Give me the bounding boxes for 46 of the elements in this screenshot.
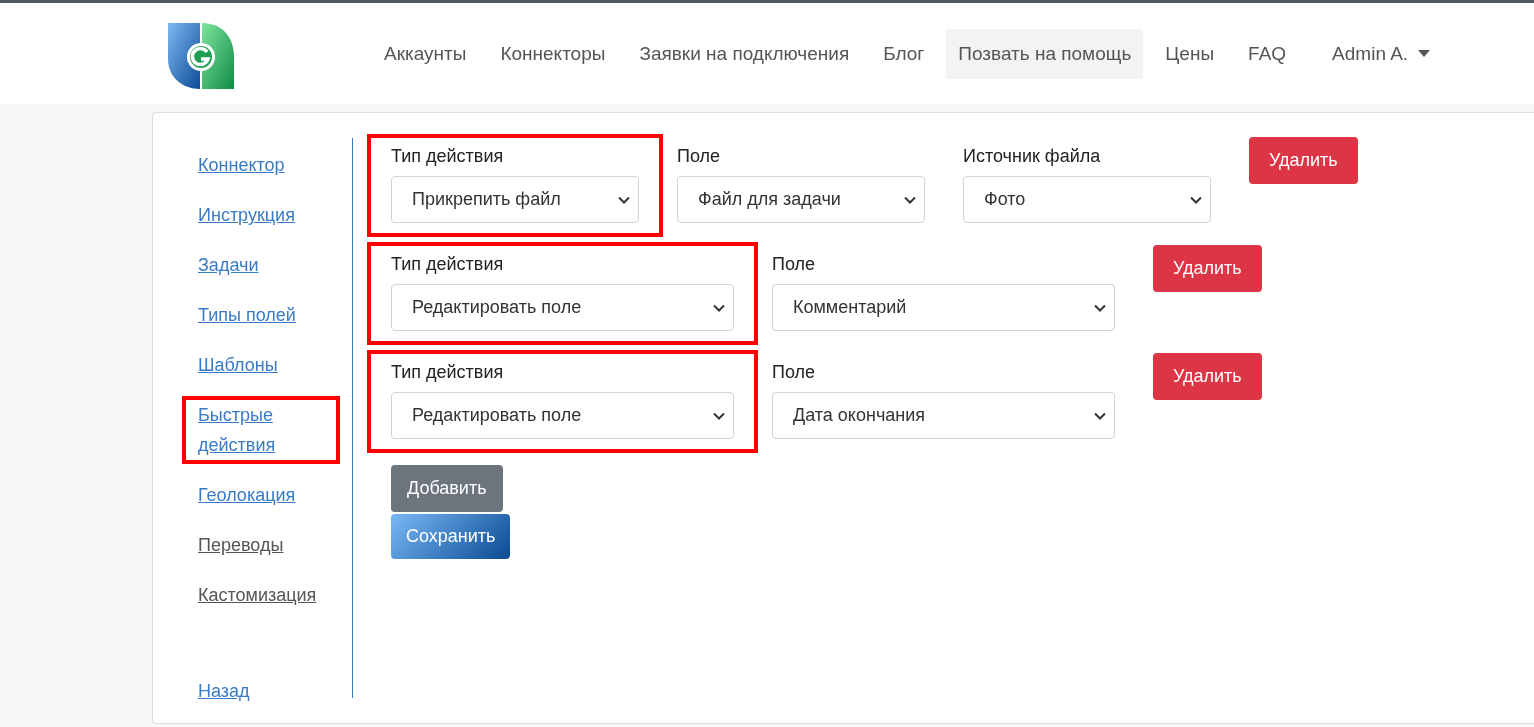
- sidebar-link[interactable]: Геолокация: [182, 476, 308, 514]
- chevron-down-icon: [1094, 303, 1106, 312]
- select-field[interactable]: Редактировать поле: [391, 284, 734, 331]
- user-menu[interactable]: Admin A.: [1332, 42, 1431, 65]
- nav-link[interactable]: Позвать на помощь: [946, 28, 1144, 79]
- sidebar-link[interactable]: Кастомизация: [182, 576, 329, 614]
- delete-button[interactable]: Удалить: [1153, 353, 1262, 400]
- sidebar-link[interactable]: Задачи: [182, 246, 271, 284]
- nav-link[interactable]: Коннекторы: [488, 28, 618, 79]
- chevron-down-icon: [1190, 195, 1202, 204]
- add-button[interactable]: Добавить: [391, 465, 503, 512]
- back-link[interactable]: Назад: [182, 672, 262, 710]
- sidebar-link[interactable]: Типы полей: [182, 296, 308, 334]
- chevron-down-icon: [1094, 411, 1106, 420]
- field-label: Поле: [677, 145, 722, 168]
- delete-button[interactable]: Удалить: [1153, 245, 1262, 292]
- logo-icon[interactable]: [166, 20, 236, 91]
- nav-link[interactable]: Цены: [1153, 28, 1227, 79]
- delete-button[interactable]: Удалить: [1249, 137, 1358, 184]
- field-label: Поле: [772, 253, 817, 276]
- nav-link[interactable]: Аккаунты: [372, 28, 479, 79]
- sidebar-link[interactable]: Коннектор: [182, 146, 297, 184]
- field-label: Поле: [772, 361, 817, 384]
- sidebar-link[interactable]: Инструкция: [182, 196, 307, 234]
- nav-link[interactable]: Заявки на подключения: [627, 28, 862, 79]
- nav-link[interactable]: FAQ: [1236, 28, 1299, 79]
- chevron-down-icon: [618, 195, 630, 204]
- sidebar-link[interactable]: Переводы: [182, 526, 296, 564]
- select-field[interactable]: Фото: [963, 176, 1211, 223]
- nav-link[interactable]: Блог: [871, 28, 937, 79]
- field-label: Источник файла: [963, 145, 1102, 168]
- field-label: Тип действия: [391, 253, 505, 276]
- select-field[interactable]: Комментарий: [772, 284, 1115, 331]
- caret-down-icon: [1418, 50, 1431, 57]
- sidebar-link[interactable]: Быстрые действия: [182, 396, 340, 464]
- chevron-down-icon: [904, 195, 916, 204]
- select-field[interactable]: Дата окончания: [772, 392, 1115, 439]
- sidebar-link[interactable]: Шаблоны: [182, 346, 290, 384]
- save-button[interactable]: Сохранить: [391, 514, 511, 559]
- chevron-down-icon: [713, 303, 725, 312]
- select-field[interactable]: Редактировать поле: [391, 392, 734, 439]
- chevron-down-icon: [713, 411, 725, 420]
- field-label: Тип действия: [391, 145, 505, 168]
- select-field[interactable]: Прикрепить файл: [391, 176, 639, 223]
- select-field[interactable]: Файл для задачи: [677, 176, 925, 223]
- field-label: Тип действия: [391, 361, 505, 384]
